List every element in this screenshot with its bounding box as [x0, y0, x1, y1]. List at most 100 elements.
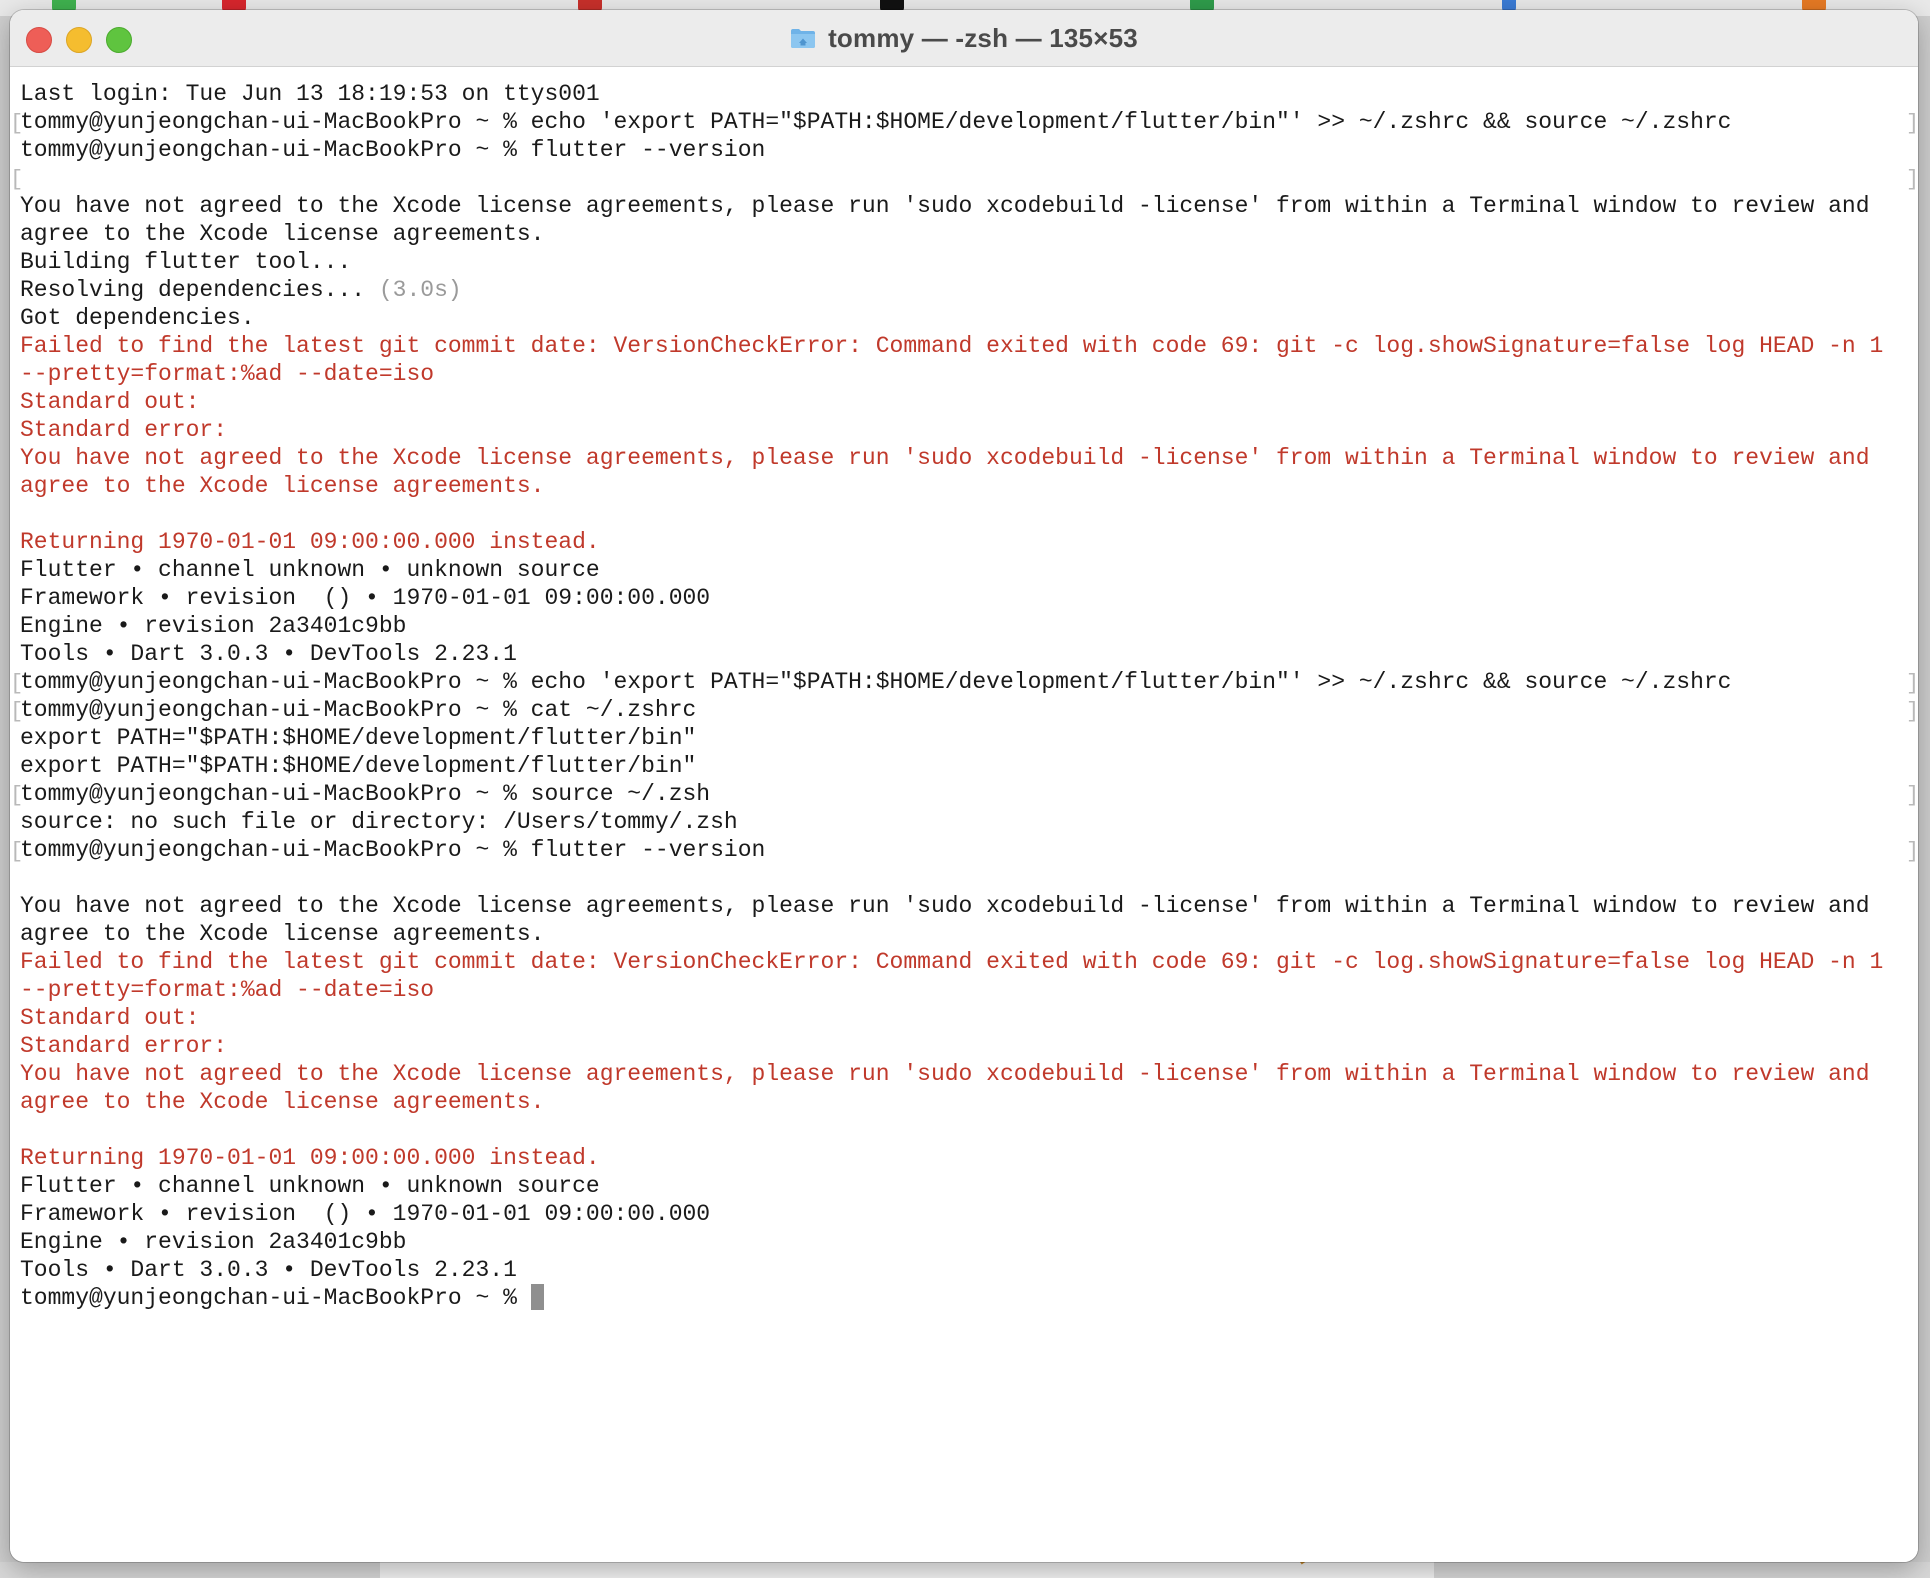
terminal-error-line: --pretty=format:%ad --date=iso: [20, 360, 1900, 388]
terminal-line-text: tommy@yunjeongchan-ui-MacBookPro ~ % flu…: [20, 837, 766, 863]
terminal-error-line: Standard out:: [20, 1004, 1900, 1032]
terminal-line: Engine • revision 2a3401c9bb: [20, 1228, 1900, 1256]
terminal-error-line: Returning 1970-01-01 09:00:00.000 instea…: [20, 528, 1900, 556]
command-mark-left: [: [10, 671, 24, 696]
terminal-line: export PATH="$PATH:$HOME/development/flu…: [20, 752, 1900, 780]
terminal-error-line: --pretty=format:%ad --date=iso: [20, 976, 1900, 1004]
terminal-cursor: [530, 1284, 544, 1310]
terminal-line-text: agree to the Xcode license agreements.: [20, 1089, 545, 1115]
window-title-group: tommy — -zsh — 135×53: [10, 10, 1918, 66]
terminal-line: []: [10, 164, 1918, 192]
terminal-line-text: export PATH="$PATH:$HOME/development/flu…: [20, 753, 697, 779]
terminal-line-text: --pretty=format:%ad --date=iso: [20, 361, 435, 387]
terminal-line: tommy@yunjeongchan-ui-MacBookPro ~ % ech…: [10, 668, 1918, 696]
terminal-line-text: agree to the Xcode license agreements.: [20, 921, 545, 947]
terminal-line: tommy@yunjeongchan-ui-MacBookPro ~ % cat…: [10, 696, 1918, 724]
terminal-line: agree to the Xcode license agreements.: [20, 920, 1900, 948]
background-window: [380, 1560, 1434, 1578]
command-mark-right: ]: [1906, 671, 1918, 696]
window-title: tommy — -zsh — 135×53: [828, 22, 1138, 53]
terminal-line: tommy@yunjeongchan-ui-MacBookPro ~ % sou…: [10, 780, 1918, 808]
terminal-line: Got dependencies.: [20, 304, 1900, 332]
terminal-line-text: --pretty=format:%ad --date=iso: [20, 977, 435, 1003]
command-mark-right: ]: [1906, 167, 1918, 192]
command-mark-right: ]: [1906, 699, 1918, 724]
terminal-line: tommy@yunjeongchan-ui-MacBookPro ~ % flu…: [20, 136, 1900, 164]
terminal-line-text: Standard out:: [20, 1005, 200, 1031]
terminal-line-text: Standard error:: [20, 1033, 228, 1059]
title-bar[interactable]: tommy — -zsh — 135×53: [10, 10, 1918, 67]
terminal-line-text: Returning 1970-01-01 09:00:00.000 instea…: [20, 1145, 600, 1171]
terminal-error-line: Standard out:: [20, 388, 1900, 416]
terminal-line-text: Got dependencies.: [20, 305, 255, 331]
command-mark-left: [: [10, 111, 24, 136]
terminal-line-text: tommy@yunjeongchan-ui-MacBookPro ~ % ech…: [20, 669, 1732, 695]
terminal-line-text: Failed to find the latest git commit dat…: [20, 949, 1884, 975]
terminal-line-text: agree to the Xcode license agreements.: [20, 221, 545, 247]
terminal-line: Framework • revision () • 1970-01-01 09:…: [20, 584, 1900, 612]
terminal-line: Engine • revision 2a3401c9bb: [20, 612, 1900, 640]
command-mark-right: ]: [1906, 839, 1918, 864]
terminal-line-text: tommy@yunjeongchan-ui-MacBookPro ~ % cat…: [20, 697, 697, 723]
terminal-window: tommy — -zsh — 135×53 Last login: Tue Ju…: [10, 10, 1918, 1562]
terminal-line-text: Last login: Tue Jun 13 18:19:53 on ttys0…: [20, 81, 600, 107]
terminal-line-text: tommy@yunjeongchan-ui-MacBookPro ~ % ech…: [20, 109, 1732, 135]
terminal-line: source: no such file or directory: /User…: [20, 808, 1900, 836]
terminal-line-text: Standard out:: [20, 389, 200, 415]
terminal-line-text: Flutter • channel unknown • unknown sour…: [20, 557, 600, 583]
terminal-error-line: agree to the Xcode license agreements.: [20, 1088, 1900, 1116]
terminal-line-text: Engine • revision 2a3401c9bb: [20, 1229, 407, 1255]
terminal-line-text: agree to the Xcode license agreements.: [20, 473, 545, 499]
terminal-line-text: Engine • revision 2a3401c9bb: [20, 613, 407, 639]
terminal-line-text: tommy@yunjeongchan-ui-MacBookPro ~ %: [20, 1285, 531, 1311]
terminal-line: You have not agreed to the Xcode license…: [20, 892, 1900, 920]
folder-icon: [790, 27, 816, 49]
terminal-error-line: Returning 1970-01-01 09:00:00.000 instea…: [20, 1144, 1900, 1172]
terminal-line-text: source: no such file or directory: /User…: [20, 809, 738, 835]
terminal-error-line: Standard error:: [20, 416, 1900, 444]
terminal-line-text: Framework • revision () • 1970-01-01 09:…: [20, 1201, 711, 1227]
command-mark-right: ]: [1906, 783, 1918, 808]
terminal-line-text: Tools • Dart 3.0.3 • DevTools 2.23.1: [20, 641, 517, 667]
terminal-line-text: Standard error:: [20, 417, 228, 443]
terminal-line: tommy@yunjeongchan-ui-MacBookPro ~ %: [20, 1284, 1900, 1312]
terminal-line-text: You have not agreed to the Xcode license…: [20, 445, 1870, 471]
command-mark-left: [: [10, 839, 24, 864]
terminal-line-text: Returning 1970-01-01 09:00:00.000 instea…: [20, 529, 600, 555]
terminal-line-text: tommy@yunjeongchan-ui-MacBookPro ~ % flu…: [20, 137, 766, 163]
command-mark-right: ]: [1906, 111, 1918, 136]
terminal-line: Flutter • channel unknown • unknown sour…: [20, 1172, 1900, 1200]
terminal-line-text: Resolving dependencies...: [20, 277, 379, 303]
command-mark-left: [: [10, 167, 24, 192]
terminal-error-line: agree to the Xcode license agreements.: [20, 472, 1900, 500]
terminal-error-line: You have not agreed to the Xcode license…: [20, 444, 1900, 472]
terminal-line: Building flutter tool...: [20, 248, 1900, 276]
terminal-line-text: Building flutter tool...: [20, 249, 352, 275]
terminal-line: agree to the Xcode license agreements.: [20, 220, 1900, 248]
terminal-line: You have not agreed to the Xcode license…: [20, 192, 1900, 220]
terminal-line-text: Framework • revision () • 1970-01-01 09:…: [20, 585, 711, 611]
terminal-line-text: You have not agreed to the Xcode license…: [20, 193, 1870, 219]
terminal-line: Framework • revision () • 1970-01-01 09:…: [20, 1200, 1900, 1228]
terminal-line: Tools • Dart 3.0.3 • DevTools 2.23.1: [20, 1256, 1900, 1284]
terminal-line: Tools • Dart 3.0.3 • DevTools 2.23.1: [20, 640, 1900, 668]
terminal-line-text: Flutter • channel unknown • unknown sour…: [20, 1173, 600, 1199]
terminal-content[interactable]: Last login: Tue Jun 13 18:19:53 on ttys0…: [10, 67, 1918, 1562]
terminal-error-line: Failed to find the latest git commit dat…: [20, 948, 1900, 976]
terminal-timing: (3.0s): [378, 277, 462, 303]
terminal-line: tommy@yunjeongchan-ui-MacBookPro ~ % ech…: [10, 108, 1918, 136]
command-mark-left: [: [10, 783, 24, 808]
terminal-error-line: Failed to find the latest git commit dat…: [20, 332, 1900, 360]
terminal-line-text: tommy@yunjeongchan-ui-MacBookPro ~ % sou…: [20, 781, 711, 807]
terminal-line: Last login: Tue Jun 13 18:19:53 on ttys0…: [20, 80, 1900, 108]
terminal-error-line: You have not agreed to the Xcode license…: [20, 1060, 1900, 1088]
terminal-line-text: You have not agreed to the Xcode license…: [20, 1061, 1870, 1087]
terminal-error-line: Standard error:: [20, 1032, 1900, 1060]
terminal-line: Flutter • channel unknown • unknown sour…: [20, 556, 1900, 584]
terminal-line: export PATH="$PATH:$HOME/development/flu…: [20, 724, 1900, 752]
terminal-line: Resolving dependencies... (3.0s): [20, 276, 1900, 304]
terminal-line-text: export PATH="$PATH:$HOME/development/flu…: [20, 725, 697, 751]
